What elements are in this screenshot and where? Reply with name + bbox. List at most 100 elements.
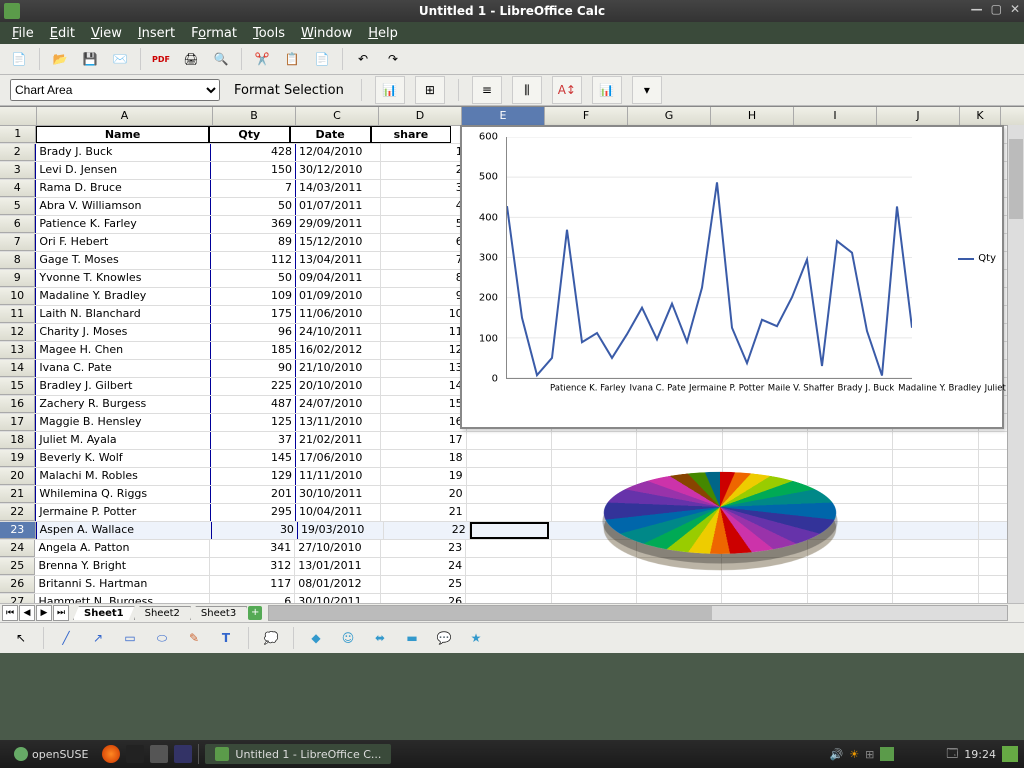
vertical-scrollbar[interactable]	[1007, 125, 1024, 603]
line-chart-object[interactable]: 0100200300400500600 Qty Patience K. Farl…	[460, 125, 1004, 429]
worksheet[interactable]: A B C D E F G H I J K 1NameQtyDateshare2…	[0, 106, 1024, 603]
menu-edit[interactable]: Edit	[44, 24, 81, 43]
pointer-tool[interactable]: ↖	[8, 626, 34, 650]
start-menu[interactable]: openSUSE	[6, 745, 96, 763]
save-button[interactable]: 💾	[77, 46, 103, 72]
cut-button[interactable]: ✂️	[249, 46, 275, 72]
chart-toolbar: Chart Area Format Selection 📊 ⊞ ≡ ⫼ A↕ 📊…	[0, 75, 1024, 106]
tab-nav-last[interactable]: ⏭	[53, 605, 69, 621]
email-button[interactable]: ✉️	[107, 46, 133, 72]
grid-h-button[interactable]: ≡	[472, 76, 502, 104]
menu-insert[interactable]: Insert	[132, 24, 181, 43]
chart-legend: Qty	[958, 253, 996, 264]
col-header-e[interactable]: E	[462, 107, 545, 125]
format-selection-button[interactable]: Format Selection	[230, 81, 348, 100]
plot-area	[506, 137, 912, 379]
block-arrows-tool[interactable]: ⬌	[367, 626, 393, 650]
scroll-thumb[interactable]	[1009, 139, 1023, 219]
open-button[interactable]: 📂	[47, 46, 73, 72]
callout-tool[interactable]: 💭	[258, 626, 284, 650]
col-header-f[interactable]: F	[545, 107, 628, 125]
preview-button[interactable]: 🔍	[208, 46, 234, 72]
col-header-d[interactable]: D	[379, 107, 462, 125]
logout-icon[interactable]	[1002, 746, 1018, 762]
volume-icon[interactable]: 🔊	[830, 748, 844, 761]
col-header-i[interactable]: I	[794, 107, 877, 125]
text-tool[interactable]: T	[213, 626, 239, 650]
sheet-tab-3[interactable]: Sheet3	[190, 606, 247, 620]
os-label: openSUSE	[32, 748, 88, 761]
basic-shapes-tool[interactable]: ◆	[303, 626, 329, 650]
task-app-icon	[215, 747, 229, 761]
callouts-tool[interactable]: 💬	[431, 626, 457, 650]
pie-chart-object[interactable]	[540, 427, 900, 603]
arrow-tool[interactable]: ↗	[85, 626, 111, 650]
brightness-icon[interactable]: ☀	[849, 748, 859, 761]
hscroll-thumb[interactable]	[269, 606, 712, 620]
legend-button[interactable]: 📊	[592, 76, 622, 104]
col-header-g[interactable]: G	[628, 107, 711, 125]
col-header-a[interactable]: A	[37, 107, 213, 125]
symbol-shapes-tool[interactable]: ☺	[335, 626, 361, 650]
task-label: Untitled 1 - LibreOffice C...	[235, 748, 381, 761]
stars-tool[interactable]: ★	[463, 626, 489, 650]
minimize-button[interactable]: —	[971, 2, 983, 16]
menu-help[interactable]: Help	[362, 24, 404, 43]
tray-icon-3[interactable]: 🗔	[946, 745, 958, 764]
line-tool[interactable]: ╱	[53, 626, 79, 650]
window-title: Untitled 1 - LibreOffice Calc	[419, 4, 605, 18]
col-header-b[interactable]: B	[213, 107, 296, 125]
chart-data-button[interactable]: ⊞	[415, 76, 445, 104]
sheet-tab-2[interactable]: Sheet2	[134, 606, 191, 620]
menu-format[interactable]: Format	[185, 24, 243, 43]
col-header-h[interactable]: H	[711, 107, 794, 125]
tab-nav-next[interactable]: ▶	[36, 605, 52, 621]
tab-nav-first[interactable]: ⏮	[2, 605, 18, 621]
opensuse-icon	[14, 747, 28, 761]
standard-toolbar: 📄 📂 💾 ✉️ PDF 🖨 🔍 ✂️ 📋 📄 ↶ ↷	[0, 44, 1024, 75]
x-axis-labels: Patience K. FarleyIvana C. PateJermaine …	[506, 383, 912, 423]
add-sheet-button[interactable]: +	[248, 606, 262, 620]
tab-nav-prev[interactable]: ◀	[19, 605, 35, 621]
select-all-corner[interactable]	[0, 107, 37, 125]
maximize-button[interactable]: ▢	[991, 2, 1002, 16]
undo-button[interactable]: ↶	[350, 46, 376, 72]
chart-type-button[interactable]: 📊	[375, 76, 405, 104]
col-header-j[interactable]: J	[877, 107, 960, 125]
rect-tool[interactable]: ▭	[117, 626, 143, 650]
menu-window[interactable]: Window	[295, 24, 358, 43]
tray-icon-2[interactable]	[880, 747, 894, 761]
app-icon-2[interactable]	[174, 745, 192, 763]
menu-view[interactable]: View	[85, 24, 128, 43]
taskbar: openSUSE Untitled 1 - LibreOffice C... 🔊…	[0, 740, 1024, 768]
print-button[interactable]: 🖨	[178, 46, 204, 72]
col-header-c[interactable]: C	[296, 107, 379, 125]
menu-tools[interactable]: Tools	[247, 24, 291, 43]
col-header-k[interactable]: K	[960, 107, 1001, 125]
ellipse-tool[interactable]: ⬭	[149, 626, 175, 650]
close-button[interactable]: ✕	[1010, 2, 1020, 16]
grid-v-button[interactable]: ⫼	[512, 76, 542, 104]
system-tray: 🔊 ☀ ⊞ 🗔 19:24	[830, 745, 1018, 764]
horizontal-scrollbar[interactable]	[268, 605, 1008, 621]
copy-button[interactable]: 📋	[279, 46, 305, 72]
legend-swatch	[958, 258, 974, 260]
legend-label: Qty	[978, 253, 996, 264]
sheet-tab-1[interactable]: Sheet1	[73, 606, 135, 620]
firefox-icon[interactable]	[102, 745, 120, 763]
pdf-button[interactable]: PDF	[148, 46, 174, 72]
paste-button[interactable]: 📄	[309, 46, 335, 72]
tray-icon-1[interactable]: ⊞	[865, 748, 874, 761]
freeform-tool[interactable]: ✎	[181, 626, 207, 650]
chevron-down-icon[interactable]: ▾	[632, 76, 662, 104]
taskbar-task[interactable]: Untitled 1 - LibreOffice C...	[205, 744, 391, 764]
clock[interactable]: 19:24	[964, 748, 996, 761]
menu-file[interactable]: File	[6, 24, 40, 43]
terminal-icon[interactable]	[126, 745, 144, 763]
flowchart-tool[interactable]: ▬	[399, 626, 425, 650]
chart-element-select[interactable]: Chart Area	[10, 79, 220, 101]
axes-button[interactable]: A↕	[552, 76, 582, 104]
new-button[interactable]: 📄	[6, 46, 32, 72]
files-icon[interactable]	[150, 745, 168, 763]
redo-button[interactable]: ↷	[380, 46, 406, 72]
